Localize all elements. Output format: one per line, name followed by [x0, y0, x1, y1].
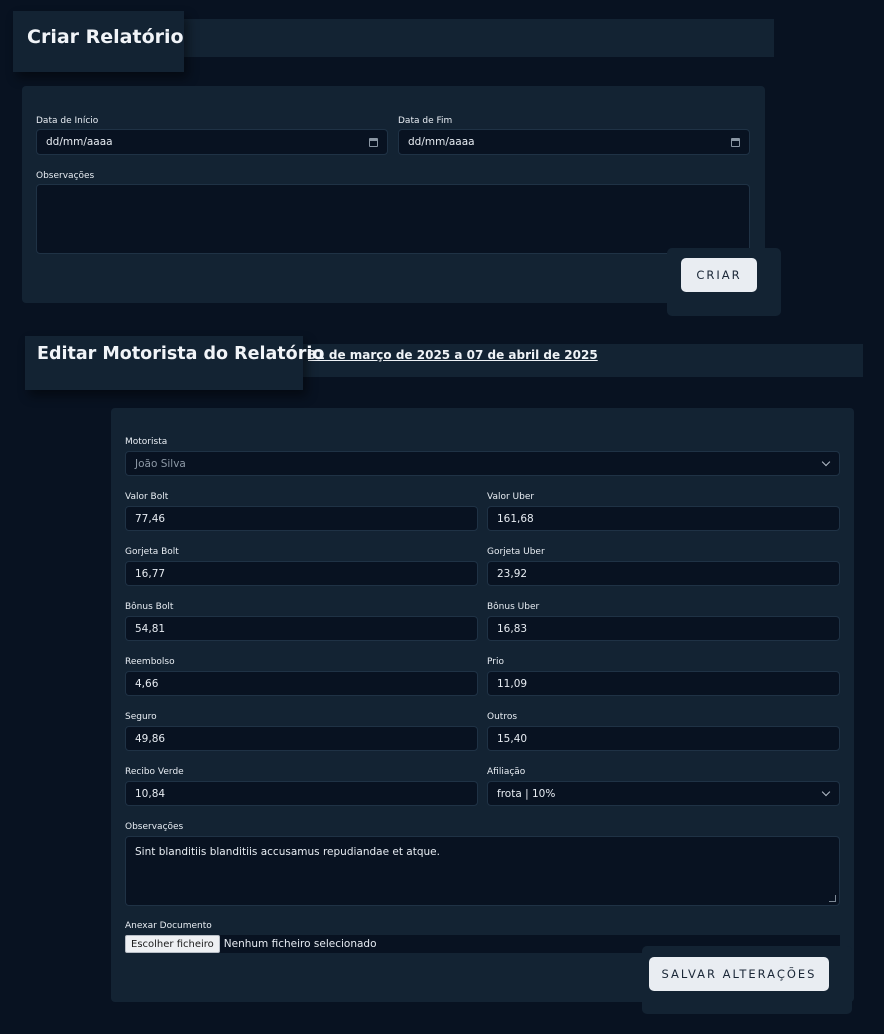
gorjeta-bolt-label: Gorjeta Bolt: [125, 547, 179, 557]
recibo-verde-input[interactable]: 10,84: [125, 781, 478, 806]
calendar-icon[interactable]: [369, 138, 378, 147]
driver-selected-value: João Silva: [135, 457, 186, 470]
attach-label: Anexar Documento: [125, 921, 212, 931]
save-button-box: SALVAR ALTERAÇÕES: [642, 946, 852, 1014]
driver-select[interactable]: João Silva: [125, 451, 840, 476]
start-date-placeholder: dd/mm/aaaa: [46, 136, 113, 148]
create-page-title: Criar Relatório: [27, 26, 184, 48]
seguro-input[interactable]: 49,86: [125, 726, 478, 751]
gorjeta-bolt-input[interactable]: 16,77: [125, 561, 478, 586]
report-period-link[interactable]: 31 de março de 2025 a 07 de abril de 202…: [308, 348, 598, 362]
create-button[interactable]: CRIAR: [681, 258, 757, 292]
valor-bolt-input[interactable]: 77,46: [125, 506, 478, 531]
chevron-down-icon: [821, 457, 831, 466]
resize-handle-icon[interactable]: [829, 895, 836, 902]
bonus-bolt-input[interactable]: 54,81: [125, 616, 478, 641]
bonus-bolt-label: Bônus Bolt: [125, 602, 174, 612]
valor-uber-input[interactable]: 161,68: [487, 506, 840, 531]
affiliation-select[interactable]: frota | 10%: [487, 781, 840, 806]
valor-uber-label: Valor Uber: [487, 492, 535, 502]
start-date-input[interactable]: dd/mm/aaaa: [36, 129, 388, 155]
end-date-input[interactable]: dd/mm/aaaa: [398, 129, 750, 155]
reembolso-input[interactable]: 4,66: [125, 671, 478, 696]
create-title-box: Criar Relatório: [13, 11, 184, 72]
create-notes-textarea[interactable]: [36, 184, 750, 254]
edit-notes-textarea[interactable]: Sint blanditiis blanditiis accusamus rep…: [125, 836, 840, 906]
create-button-box: CRIAR: [667, 248, 781, 316]
create-report-form: Data de Início dd/mm/aaaa Data de Fim dd…: [22, 86, 765, 303]
prio-input[interactable]: 11,09: [487, 671, 840, 696]
edit-page-title: Editar Motorista do Relatório: [37, 344, 325, 364]
edit-notes-text: Sint blanditiis blanditiis accusamus rep…: [135, 846, 440, 858]
edit-driver-form: Motorista João Silva Valor Bolt 77,46 Va…: [111, 408, 854, 1002]
affiliation-selected-value: frota | 10%: [497, 787, 556, 800]
edit-notes-label: Observações: [125, 822, 184, 832]
start-date-label: Data de Início: [36, 116, 99, 126]
gorjeta-uber-label: Gorjeta Uber: [487, 547, 545, 557]
reembolso-label: Reembolso: [125, 657, 175, 667]
end-date-placeholder: dd/mm/aaaa: [408, 136, 475, 148]
file-status-text: Nenhum ficheiro selecionado: [223, 938, 377, 950]
prio-label: Prio: [487, 657, 504, 667]
recibo-verde-label: Recibo Verde: [125, 767, 184, 777]
outros-input[interactable]: 15,40: [487, 726, 840, 751]
chevron-down-icon: [821, 787, 831, 796]
gorjeta-uber-input[interactable]: 23,92: [487, 561, 840, 586]
choose-file-button[interactable]: Escolher ficheiro: [125, 935, 220, 953]
affiliation-label: Afiliação: [487, 767, 526, 777]
edit-title-box: Editar Motorista do Relatório: [25, 336, 324, 390]
calendar-icon[interactable]: [731, 138, 740, 147]
create-notes-label: Observações: [36, 171, 95, 181]
seguro-label: Seguro: [125, 712, 157, 722]
bonus-uber-input[interactable]: 16,83: [487, 616, 840, 641]
create-title-strip: [183, 19, 774, 57]
valor-bolt-label: Valor Bolt: [125, 492, 169, 502]
driver-label: Motorista: [125, 437, 168, 447]
bonus-uber-label: Bônus Uber: [487, 602, 540, 612]
save-changes-button[interactable]: SALVAR ALTERAÇÕES: [649, 957, 829, 991]
outros-label: Outros: [487, 712, 518, 722]
end-date-label: Data de Fim: [398, 116, 453, 126]
